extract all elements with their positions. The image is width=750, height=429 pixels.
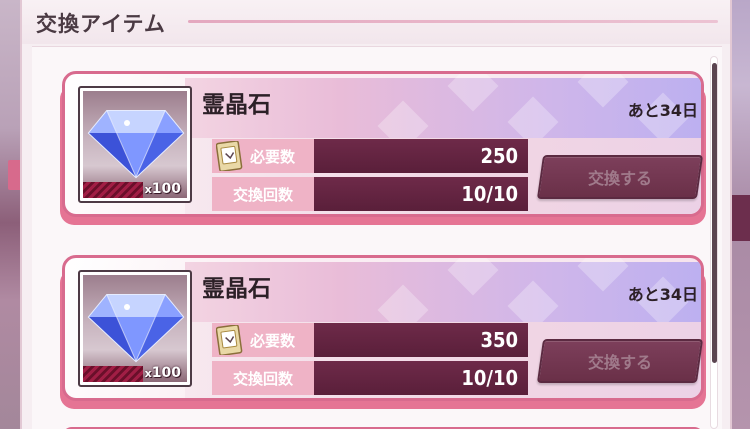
- item-icon-frame[interactable]: x100: [78, 270, 192, 387]
- required-label: 必要数: [250, 147, 296, 166]
- dialog-title: 交換アイテム: [36, 12, 166, 36]
- exchange-button[interactable]: 交換する: [536, 339, 704, 383]
- list-scrollbar[interactable]: [710, 56, 718, 429]
- item-quantity: x100: [144, 181, 181, 197]
- exchange-list[interactable]: x100 霊晶石 あと34日 必要数 250 交換回数 10/10 交換する x…: [32, 46, 722, 429]
- item-icon-background: x100: [83, 275, 187, 382]
- item-name: 霊晶石: [202, 275, 271, 302]
- item-icon-frame[interactable]: x100: [78, 86, 192, 203]
- exchange-count-row: 交換回数 10/10: [212, 361, 528, 395]
- remaining-days: あと34日: [627, 101, 698, 120]
- exchange-count-row: 交換回数 10/10: [212, 177, 528, 211]
- blue-crystal-gem-icon: [87, 110, 185, 179]
- header-divider: [188, 20, 718, 23]
- count-value: 10/10: [314, 177, 528, 211]
- required-label-cell: 必要数: [212, 323, 314, 357]
- count-label: 交換回数: [212, 361, 314, 395]
- required-label: 必要数: [250, 331, 296, 350]
- exchange-button-label: 交換する: [587, 169, 652, 188]
- blue-crystal-gem-icon: [87, 294, 185, 363]
- required-value: 350: [314, 323, 528, 357]
- count-value: 10/10: [314, 361, 528, 395]
- required-amount-row: 必要数 350: [212, 323, 528, 357]
- required-label-cell: 必要数: [212, 139, 314, 173]
- count-label: 交換回数: [212, 177, 314, 211]
- ticket-icon: [216, 141, 243, 171]
- item-icon-background: x100: [83, 91, 187, 198]
- scrollbar-thumb[interactable]: [712, 63, 717, 363]
- remaining-days: あと34日: [627, 285, 698, 304]
- icon-stripe-decoration: [83, 366, 143, 382]
- item-name: 霊晶石: [202, 91, 271, 118]
- ticket-icon: [216, 325, 243, 355]
- required-value: 250: [314, 139, 528, 173]
- icon-stripe-decoration: [83, 182, 143, 198]
- dialog-header: 交換アイテム: [22, 0, 730, 44]
- item-quantity: x100: [144, 365, 181, 381]
- exchange-items-dialog: 交換アイテム x100 霊晶石 あと34日 必要数 250 交換回数 10/10…: [20, 0, 732, 429]
- exchange-item-card: x100 霊晶石 あと34日 必要数 250 交換回数 10/10 交換する: [60, 71, 708, 225]
- exchange-item-card: x100 霊晶石 あと34日 必要数 350 交換回数 10/10 交換する: [60, 255, 708, 409]
- exchange-button[interactable]: 交換する: [536, 155, 704, 199]
- required-amount-row: 必要数 250: [212, 139, 528, 173]
- exchange-button-label: 交換する: [587, 353, 652, 372]
